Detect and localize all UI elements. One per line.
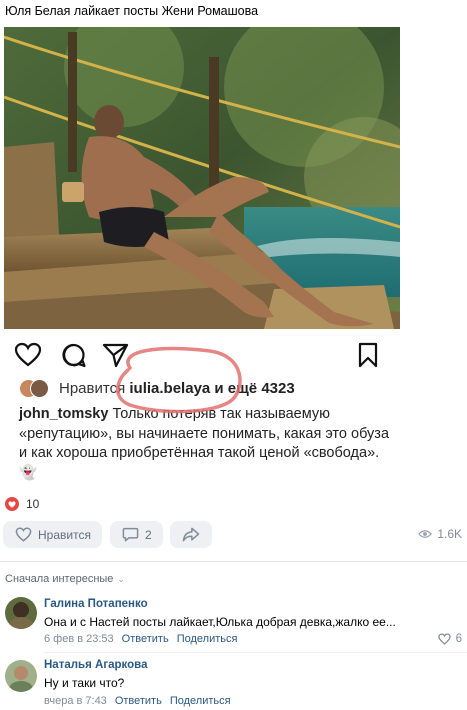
reply-link[interactable]: Ответить: [122, 633, 169, 645]
post-likes-summary[interactable]: 10: [5, 497, 39, 511]
avatar[interactable]: [5, 597, 37, 629]
comment: Галина Потапенко Она и с Настей посты ла…: [0, 596, 467, 651]
chevron-down-icon: ⌄: [117, 573, 125, 584]
likes-prefix: Нравится: [59, 379, 126, 397]
share-link[interactable]: Поделиться: [177, 633, 238, 645]
comment-likes-count: 6: [455, 633, 462, 645]
views-counter: 1.6K: [418, 527, 462, 541]
eye-icon: [418, 530, 433, 538]
like-button-label: Нравится: [38, 527, 91, 542]
avatar[interactable]: [5, 660, 37, 692]
sort-label: Сначала интересные: [5, 573, 114, 585]
caption-user[interactable]: john_tomsky: [19, 406, 108, 422]
comment-author[interactable]: Галина Потапенко: [44, 598, 148, 610]
comment-author[interactable]: Наталья Агаркова: [44, 659, 147, 671]
comment-meta: вчера в 7:43 Ответить Поделиться: [44, 695, 239, 707]
heart-icon: [15, 527, 32, 542]
bookmark-icon[interactable]: [357, 342, 379, 368]
avatar: [30, 379, 49, 398]
like-button[interactable]: Нравится: [3, 521, 102, 548]
comment-icon[interactable]: [60, 342, 87, 369]
comment-meta: 6 фев в 23:53 Ответить Поделиться: [44, 633, 245, 645]
comment-button[interactable]: 2: [110, 521, 163, 548]
comment-text: Ну и таки что?: [44, 676, 125, 690]
share-button[interactable]: [170, 521, 212, 548]
likes-line: Нравится iulia.belaya и ещё 4323: [19, 379, 295, 398]
divider: [0, 561, 467, 562]
likes-count: 10: [26, 497, 40, 511]
comment-like-button[interactable]: 6: [437, 633, 462, 645]
heart-icon: [437, 633, 451, 645]
comments-sort-dropdown[interactable]: Сначала интересные ⌄: [5, 573, 125, 585]
heart-icon[interactable]: [14, 342, 42, 368]
comment-text: Она и с Настей посты лайкает,Юлька добра…: [44, 615, 396, 629]
comment-date[interactable]: 6 фев в 23:53: [44, 633, 114, 645]
instagram-screenshot: Нравится iulia.belaya и ещё 4323 john_to…: [4, 27, 400, 489]
comment-date[interactable]: вчера в 7:43: [44, 695, 107, 707]
reply-link[interactable]: Ответить: [115, 695, 162, 707]
comment: Наталья Агаркова Ну и таки что? вчера в …: [0, 657, 467, 710]
share-arrow-icon: [182, 527, 200, 542]
liker-avatars: [19, 379, 55, 398]
post-text: Юля Белая лайкает посты Жени Ромашова: [5, 4, 259, 18]
post-photo[interactable]: [4, 27, 400, 329]
likes-user[interactable]: iulia.belaya: [129, 380, 210, 397]
heart-icon: [5, 497, 19, 511]
views-count: 1.6K: [437, 527, 462, 541]
caption: john_tomsky Только потеряв так называему…: [19, 405, 399, 483]
share-link[interactable]: Поделиться: [170, 695, 231, 707]
likes-suffix: и ещё 4323: [214, 379, 295, 397]
comments-count: 2: [145, 527, 152, 542]
share-icon[interactable]: [102, 342, 129, 368]
divider: [44, 652, 467, 653]
comment-icon: [122, 527, 139, 542]
cutoff-fade: [4, 479, 400, 489]
